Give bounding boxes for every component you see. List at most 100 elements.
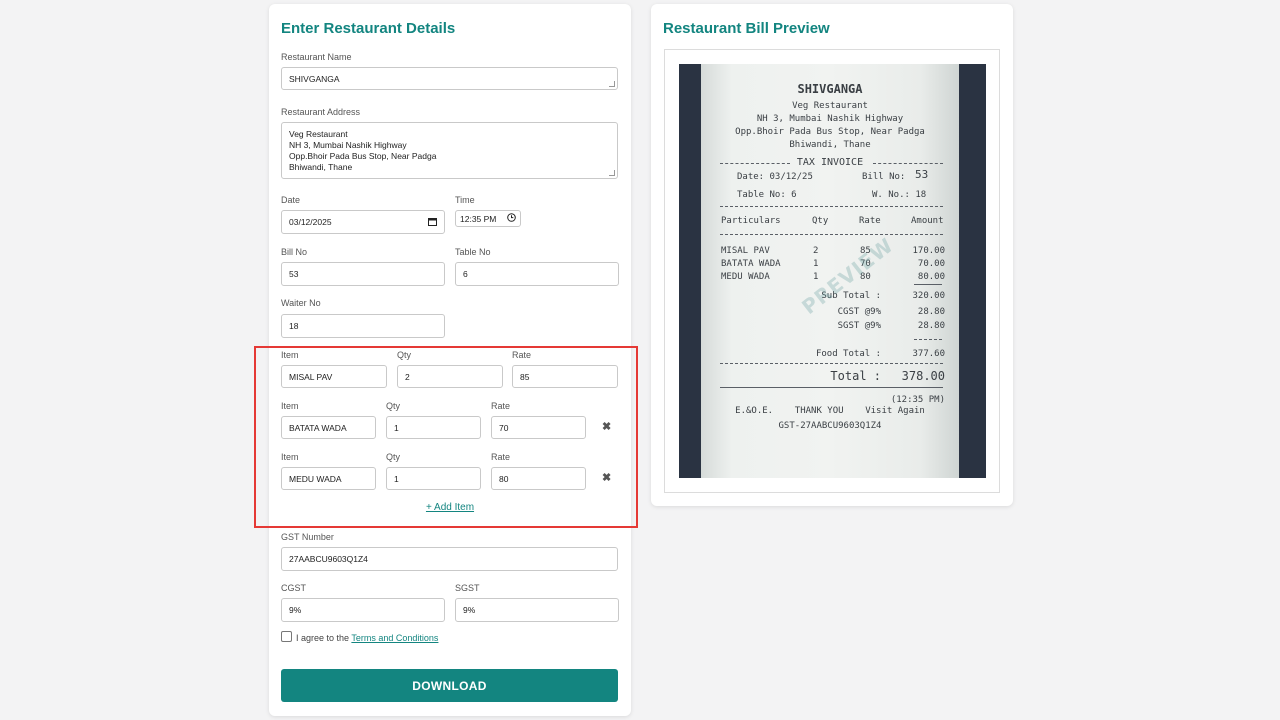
receipt-bill-no: 53 — [915, 168, 929, 181]
gst-number-value: 27AABCU9603Q1Z4 — [289, 554, 368, 564]
item-name-value: BATATA WADA — [289, 422, 347, 433]
cgst-label: CGST — [281, 583, 307, 593]
remove-item-icon[interactable]: ✖ — [602, 471, 611, 484]
receipt-table-no: Table No: 6 — [737, 190, 797, 200]
resize-grip-icon[interactable] — [609, 81, 615, 87]
receipt-row-qty: 2 — [813, 246, 819, 256]
receipt-date: Date: 03/12/25 — [737, 172, 813, 182]
item-rate-input[interactable]: 85 — [512, 365, 618, 388]
restaurant-address-input[interactable]: Veg Restaurant NH 3, Mumbai Nashik Highw… — [281, 122, 618, 179]
table-no-input[interactable]: 6 — [455, 262, 619, 286]
item-qty-input[interactable]: 2 — [397, 365, 503, 388]
download-button[interactable]: DOWNLOAD — [281, 669, 618, 702]
agree-label: I agree to the — [296, 633, 350, 643]
time-input[interactable]: 12:35 PM — [455, 210, 521, 227]
resize-grip-icon[interactable] — [609, 170, 615, 176]
receipt-sub-total: 320.00 — [912, 291, 945, 301]
item-name-input[interactable]: MEDU WADA — [281, 467, 376, 490]
date-label: Date — [281, 195, 301, 205]
gst-number-input[interactable]: 27AABCU9603Q1Z4 — [281, 547, 618, 571]
cgst-input[interactable]: 9% — [281, 598, 445, 622]
receipt-food-total-label: Food Total : — [815, 349, 881, 359]
waiter-no-value: 18 — [289, 321, 299, 331]
item-rate-input[interactable]: 80 — [491, 467, 586, 490]
receipt-bill-no-label: Bill No: — [862, 172, 906, 182]
receipt-line4: Bhiwandi, Thane — [789, 140, 871, 150]
item-name-input[interactable]: MISAL PAV — [281, 365, 387, 388]
item-qty-input[interactable]: 1 — [386, 416, 481, 439]
qty-label: Qty — [397, 350, 412, 360]
receipt-row-qty: 1 — [813, 272, 819, 282]
form-title: Enter Restaurant Details — [281, 20, 456, 37]
item-rate-input[interactable]: 70 — [491, 416, 586, 439]
item-label: Item — [281, 350, 299, 360]
receipt-row-item: BATATA WADA — [721, 259, 781, 269]
receipt-photo: SHIVGANGA Veg Restaurant NH 3, Mumbai Na… — [679, 64, 986, 478]
terms-link[interactable]: Terms and Conditions — [351, 633, 438, 643]
calendar-icon[interactable] — [428, 217, 437, 228]
restaurant-name-value: SHIVGANGA — [289, 73, 340, 84]
receipt-row-qty: 1 — [813, 259, 819, 269]
receipt-line3: Opp.Bhoir Pada Bus Stop, Near Padga — [735, 127, 925, 137]
bill-preview-panel: Restaurant Bill Preview SHIVGANGA Veg Re… — [651, 4, 1013, 506]
item-rate-value: 70 — [499, 422, 509, 433]
receipt-rule — [720, 387, 943, 388]
receipt-sgst: 28.80 — [917, 321, 945, 331]
time-label: Time — [455, 195, 475, 205]
receipt-total-label: Total : — [830, 369, 881, 383]
receipt-header-qty: Qty — [812, 216, 829, 226]
waiter-no-label: Waiter No — [281, 298, 321, 308]
sgst-input[interactable]: 9% — [455, 598, 619, 622]
waiter-no-input[interactable]: 18 — [281, 314, 445, 338]
item-label: Item — [281, 452, 299, 462]
terms-checkbox[interactable] — [281, 631, 292, 642]
table-no-label: Table No — [455, 247, 491, 257]
sgst-label: SGST — [455, 583, 480, 593]
remove-item-icon[interactable]: ✖ — [602, 420, 611, 433]
date-value: 03/12/2025 — [289, 217, 332, 227]
receipt-paper: SHIVGANGA Veg Restaurant NH 3, Mumbai Na… — [701, 64, 959, 478]
bill-no-value: 53 — [289, 269, 299, 279]
rate-label: Rate — [512, 350, 532, 360]
restaurant-name-label: Restaurant Name — [281, 52, 352, 62]
restaurant-address-value: Veg Restaurant NH 3, Mumbai Nashik Highw… — [289, 129, 437, 172]
cgst-value: 9% — [289, 605, 302, 615]
receipt-total: 378.00 — [901, 369, 945, 383]
receipt-line1: Veg Restaurant — [792, 101, 868, 111]
table-no-value: 6 — [463, 269, 468, 279]
item-rate-value: 80 — [499, 473, 509, 484]
receipt-gst: GST-27AABCU9603Q1Z4 — [778, 421, 882, 431]
qty-label: Qty — [386, 401, 401, 411]
receipt-waiter-no: W. No.: 18 — [872, 190, 927, 200]
receipt-rule — [720, 234, 943, 235]
receipt-line2: NH 3, Mumbai Nashik Highway — [756, 114, 904, 124]
restaurant-details-form: Enter Restaurant Details Restaurant Name… — [269, 4, 631, 716]
receipt-header-amount: Amount — [911, 216, 944, 226]
receipt-rule — [914, 284, 942, 285]
receipt-row-amount: 170.00 — [912, 246, 945, 256]
item-rate-value: 85 — [520, 371, 530, 382]
item-qty-value: 1 — [394, 473, 399, 484]
item-name-input[interactable]: BATATA WADA — [281, 416, 376, 439]
qty-label: Qty — [386, 452, 401, 462]
item-name-value: MISAL PAV — [289, 371, 333, 382]
receipt-name: SHIVGANGA — [797, 82, 863, 96]
receipt-header-particulars: Particulars — [721, 216, 781, 226]
clock-icon[interactable] — [507, 213, 516, 224]
receipt-time: (12:35 PM) — [890, 395, 945, 405]
gst-number-label: GST Number — [281, 532, 334, 542]
bill-no-input[interactable]: 53 — [281, 262, 445, 286]
sgst-value: 9% — [463, 605, 476, 615]
receipt-rule — [720, 363, 943, 364]
receipt-tax-invoice: TAX INVOICE — [796, 157, 864, 168]
item-name-value: MEDU WADA — [289, 473, 342, 484]
receipt-rule — [914, 339, 942, 340]
receipt-header-rate: Rate — [859, 216, 881, 226]
restaurant-name-input[interactable]: SHIVGANGA — [281, 67, 618, 90]
preview-title: Restaurant Bill Preview — [663, 20, 830, 37]
item-qty-input[interactable]: 1 — [386, 467, 481, 490]
receipt-row-amount: 80.00 — [917, 272, 945, 282]
add-item-link[interactable]: + Add Item — [269, 502, 631, 513]
date-input[interactable]: 03/12/2025 — [281, 210, 445, 234]
receipt-row-item: MISAL PAV — [721, 246, 770, 256]
